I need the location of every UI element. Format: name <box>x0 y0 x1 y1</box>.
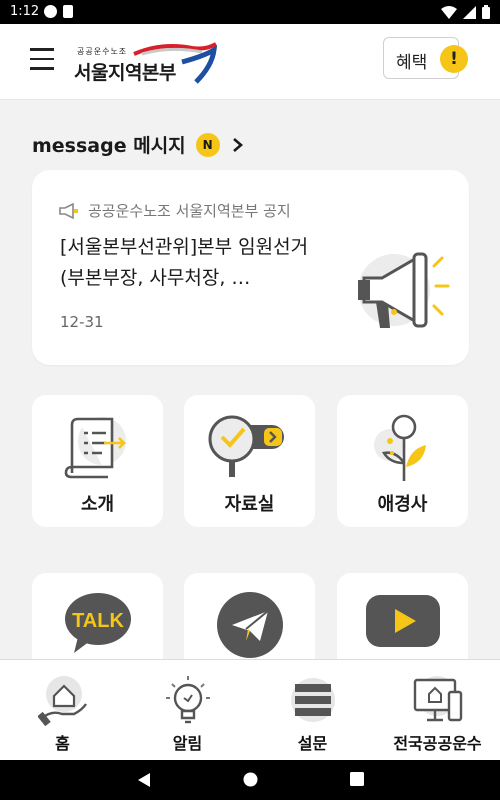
megaphone-small-icon <box>59 202 78 219</box>
message-title: [서울본부선관위]본부 임원선거 (부본부장, 사무처장, … <box>60 236 309 289</box>
benefit-label: 혜택 <box>396 53 428 73</box>
new-badge: N <box>195 132 220 157</box>
survey-stack-icon <box>290 678 335 722</box>
app-header: 공공운수노조 서울지역본부 혜택 ! <box>0 24 500 100</box>
nav-label: 설문 <box>297 734 328 753</box>
battery-icon <box>482 5 490 19</box>
message-date: 12-31 <box>60 313 104 331</box>
document-list-icon <box>64 417 126 479</box>
bottom-navigation: 홈 알림 설문 전국공공운수 <box>0 659 500 760</box>
sd-card-icon <box>63 5 73 18</box>
magnifier-check-icon <box>208 415 284 477</box>
logo-title: 서울지역본부 <box>74 62 176 84</box>
wifi-icon <box>441 5 457 19</box>
menu-icon[interactable] <box>30 48 54 70</box>
kakaotalk-icon: TALK <box>64 593 131 653</box>
nav-label: 전국공공운수 <box>393 734 482 753</box>
tile-family-events[interactable]: 애경사 <box>337 395 468 527</box>
message-card[interactable]: 공공운수노조 서울지역본부 공지 [서울본부선관위]본부 임원선거 (부본부장,… <box>32 170 469 365</box>
tile-label: 애경사 <box>377 494 428 515</box>
computer-monitor-icon <box>413 676 462 722</box>
message-section-link[interactable]: message 메시지 N <box>32 131 244 158</box>
system-navigation-bar <box>0 760 500 800</box>
home-hand-icon <box>37 676 87 726</box>
tile-label: 소개 <box>80 494 115 515</box>
tile-intro[interactable]: 소개 <box>32 395 163 527</box>
benefit-alert-badge: ! <box>440 45 468 73</box>
flower-icon <box>373 414 426 481</box>
tile-archive[interactable]: 자료실 <box>184 395 315 527</box>
recent-apps-icon[interactable] <box>350 772 364 786</box>
notification-icon <box>44 5 57 18</box>
nav-label: 알림 <box>172 734 203 753</box>
back-icon[interactable] <box>137 772 151 788</box>
chevron-right-icon <box>232 137 243 152</box>
logo-small-text: 공공운수노조 <box>77 47 128 56</box>
nav-survey[interactable]: 설문 <box>250 660 375 761</box>
signal-icon <box>463 5 476 19</box>
status-bar: 1:12 <box>0 0 500 24</box>
nav-national-union[interactable]: 전국공공운수 <box>375 660 500 761</box>
svg-text:TALK: TALK <box>72 610 124 632</box>
tile-label: 자료실 <box>224 494 275 515</box>
nav-notifications[interactable]: 알림 <box>125 660 250 761</box>
home-icon[interactable] <box>243 772 258 787</box>
nav-label: 홈 <box>55 734 70 753</box>
union-logo[interactable]: 공공운수노조 서울지역본부 <box>74 38 219 90</box>
telegram-icon <box>216 592 283 658</box>
nav-home[interactable]: 홈 <box>0 660 125 761</box>
message-section-title: message 메시지 <box>32 135 186 157</box>
lightbulb-icon <box>165 676 210 724</box>
megaphone-icon <box>358 252 450 328</box>
status-time: 1:12 <box>10 4 40 19</box>
message-source: 공공운수노조 서울지역본부 공지 <box>88 202 291 220</box>
youtube-icon <box>365 595 440 647</box>
